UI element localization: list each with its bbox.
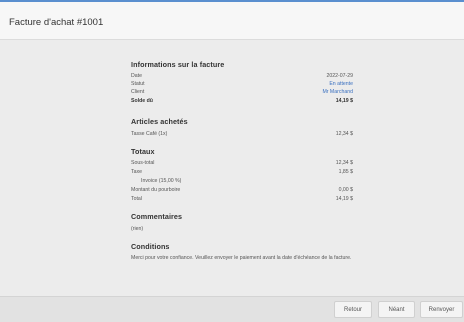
totals-row-subtotal: Sous-total 12,34 $ [131, 159, 353, 167]
info-row-client: Client Mr Marchand [131, 88, 353, 96]
totals-value: 12,34 $ [335, 160, 353, 166]
tax-rate-label: Invoice (15,00 %) [141, 178, 182, 184]
info-label: Client [131, 89, 145, 95]
info-row-status: Statut En attente [131, 80, 353, 88]
action-footer: Retour Néant Renvoyer [0, 296, 464, 322]
item-row: Tasse Café (1x) 12,34 $ [131, 130, 353, 138]
section-title-totals: Totaux [131, 147, 155, 156]
cancel-button[interactable]: Néant [378, 301, 415, 318]
totals-label: Sous-total [131, 160, 155, 166]
client-link[interactable]: Mr Marchand [322, 88, 353, 96]
info-row-balance-due: Solde dû 14,19 $ [131, 97, 353, 105]
info-label: Solde dû [131, 98, 153, 104]
totals-value: 1,85 $ [338, 169, 353, 175]
back-button[interactable]: Retour [334, 301, 372, 318]
section-title-comments: Commentaires [131, 212, 183, 221]
totals-row-total: Total 14,19 $ [131, 195, 353, 203]
resend-button[interactable]: Renvoyer [420, 301, 463, 318]
totals-row-tax: Taxe 1,85 $ [131, 168, 353, 176]
totals-row-tip: Montant du pourboire 0,00 $ [131, 186, 353, 194]
page-title: Facture d'achat #1001 [9, 17, 104, 28]
status-value: En attente [329, 81, 353, 87]
section-title-items: Articles achetés [131, 117, 188, 126]
totals-label: Montant du pourboire [131, 187, 181, 193]
page-header: Facture d'achat #1001 [0, 2, 464, 40]
conditions-text: Merci pour votre confiance. Veuillez env… [131, 255, 352, 261]
section-title-conditions: Conditions [131, 242, 170, 251]
info-label: Date [131, 73, 142, 79]
totals-value: 0,00 $ [338, 187, 353, 193]
item-value: 12,34 $ [335, 131, 353, 137]
section-title-invoice-info: Informations sur la facture [131, 60, 225, 69]
totals-value: 14,19 $ [335, 196, 353, 202]
info-label: Statut [131, 81, 145, 87]
totals-label: Total [131, 196, 142, 202]
invoice-content: Informations sur la facture Date 2022-07… [0, 40, 464, 296]
item-label: Tasse Café (1x) [131, 131, 168, 137]
totals-row-tax-detail: Invoice (15,00 %) [131, 177, 353, 185]
info-row-date: Date 2022-07-29 [131, 72, 353, 80]
comments-text: (rien) [131, 226, 144, 232]
info-value: 14,19 $ [335, 98, 353, 104]
totals-label: Taxe [131, 169, 142, 175]
info-value: 2022-07-29 [326, 73, 353, 79]
